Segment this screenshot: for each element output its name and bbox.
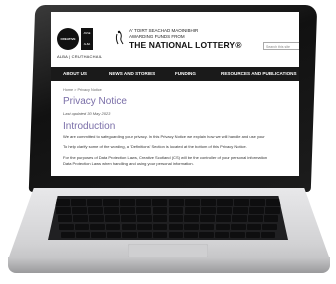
main-nav: ABOUT US NEWS AND STORIES FUNDING RESOUR…: [51, 67, 299, 81]
paragraph-2: To help clarify some of the wording, a '…: [63, 144, 247, 149]
keyboard-key: [168, 199, 184, 206]
nav-funding[interactable]: FUNDING: [175, 67, 196, 81]
lottery-line-gaelic: A' TOIRT SEACHAD MAOINIBHIR: [129, 28, 199, 33]
keyboard-key: [119, 199, 135, 206]
keyboard-key: [248, 207, 264, 214]
logo-square-bottom: ALBA: [81, 40, 93, 50]
keyboard-key: [105, 215, 120, 222]
keyboard-key: [184, 223, 199, 231]
keyboard-key: [121, 215, 136, 222]
keyboard-key: [168, 207, 184, 214]
keyboard-key: [104, 207, 120, 214]
keyboard-key: [76, 231, 91, 239]
keyboard-key: [60, 231, 75, 239]
keyboard-key: [247, 215, 263, 222]
keyboard-key: [153, 231, 168, 239]
lottery-hand-icon: [115, 30, 124, 45]
keyboard-key: [59, 223, 74, 231]
keyboard-key: [245, 231, 260, 239]
nav-about-us[interactable]: ABOUT US: [63, 67, 87, 81]
keyboard-key: [136, 199, 152, 206]
keyboard-key: [201, 199, 217, 206]
nav-resources-and-publications[interactable]: RESOURCES AND PUBLICATIONS: [221, 67, 297, 81]
section-heading-introduction: Introduction: [63, 121, 116, 132]
keyboard-key: [216, 207, 232, 214]
creative-scotland-logo[interactable]: CREATIVE ANSE ALBA: [57, 28, 97, 52]
lottery-line-awarding: AWARDING FUNDS FROM: [129, 34, 185, 39]
keyboard-key: [215, 223, 230, 231]
keyboard-key: [265, 207, 280, 214]
keyboard-key: [89, 215, 104, 222]
logo-circle: CREATIVE: [57, 28, 79, 50]
keyboard-key: [199, 231, 214, 239]
keyboard-key: [70, 199, 86, 206]
lottery-line-title: THE NATIONAL LOTTERY®: [129, 40, 242, 50]
keyboard-key: [122, 231, 137, 239]
keyboard-key: [136, 207, 152, 214]
keyboard-key: [120, 207, 136, 214]
trackpad: [128, 244, 208, 258]
keyboard-key: [137, 231, 152, 239]
keyboard-key: [262, 223, 277, 231]
keyboard-key: [56, 207, 71, 214]
keyboard-key: [217, 199, 233, 206]
keyboard-key: [250, 199, 266, 206]
keyboard-key: [261, 231, 276, 239]
national-lottery-logo[interactable]: A' TOIRT SEACHAD MAOINIBHIR AWARDING FUN…: [113, 28, 253, 54]
keyboard-key: [152, 223, 168, 231]
paragraph-1: We are committed to safeguarding your pr…: [63, 134, 265, 139]
keyboard-key: [88, 207, 104, 214]
keyboard-key: [232, 207, 248, 214]
keyboard-key: [87, 199, 103, 206]
keyboard-key: [216, 215, 231, 222]
keyboard-key: [200, 207, 216, 214]
keyboard-key: [231, 223, 246, 231]
keyboard-key: [90, 223, 105, 231]
keyboard-key: [103, 199, 119, 206]
logo-subtitle: ALBA | CRUTHACHAIL: [57, 54, 103, 59]
keyboard-key: [121, 223, 137, 231]
keyboard-key: [184, 199, 200, 206]
keyboard-key: [168, 223, 184, 231]
keyboard-key: [137, 223, 152, 231]
keyboard-key: [106, 231, 122, 239]
keyboard-key: [214, 231, 230, 239]
keyboard-key: [199, 223, 215, 231]
laptop-screen: CREATIVE ANSE ALBA ALBA | CRUTHACHAIL A'…: [51, 12, 299, 176]
keyboard-key: [168, 231, 183, 239]
keyboard-key: [184, 231, 199, 239]
keyboard-key: [73, 215, 89, 222]
breadcrumb[interactable]: Home > Privacy Notice: [63, 88, 102, 92]
keyboard-key: [152, 199, 168, 206]
keyboard-key: [200, 215, 215, 222]
site-header: CREATIVE ANSE ALBA ALBA | CRUTHACHAIL A'…: [51, 12, 299, 64]
laptop-front-edge: [8, 257, 330, 273]
last-updated: Last updated 30 May 2023: [63, 111, 111, 116]
paragraph-4: Data Protection Laws when handling and u…: [63, 161, 194, 166]
keyboard-key: [266, 199, 282, 206]
keyboard-key: [168, 215, 184, 222]
nav-news-and-stories[interactable]: NEWS AND STORIES: [109, 67, 155, 81]
keyboard-key: [152, 207, 168, 214]
keyboard-key: [72, 207, 88, 214]
keyboard-key: [106, 223, 121, 231]
keyboard-key: [74, 223, 90, 231]
keyboard-key: [232, 215, 247, 222]
page-title: Privacy Notice: [63, 96, 127, 107]
logo-square-top: ANSE: [81, 28, 93, 40]
keyboard-key: [91, 231, 106, 239]
keyboard-key: [57, 215, 73, 222]
keyboard: [48, 196, 288, 240]
keyboard-key: [136, 215, 152, 222]
keyboard-key: [233, 199, 249, 206]
keyboard-key: [54, 199, 70, 206]
keyboard-key: [263, 215, 279, 222]
keyboard-key: [152, 215, 168, 222]
keyboard-key: [246, 223, 262, 231]
search-input[interactable]: Search this site: [263, 42, 299, 50]
keyboard-key: [184, 207, 200, 214]
keyboard-key: [230, 231, 245, 239]
keyboard-key: [184, 215, 200, 222]
